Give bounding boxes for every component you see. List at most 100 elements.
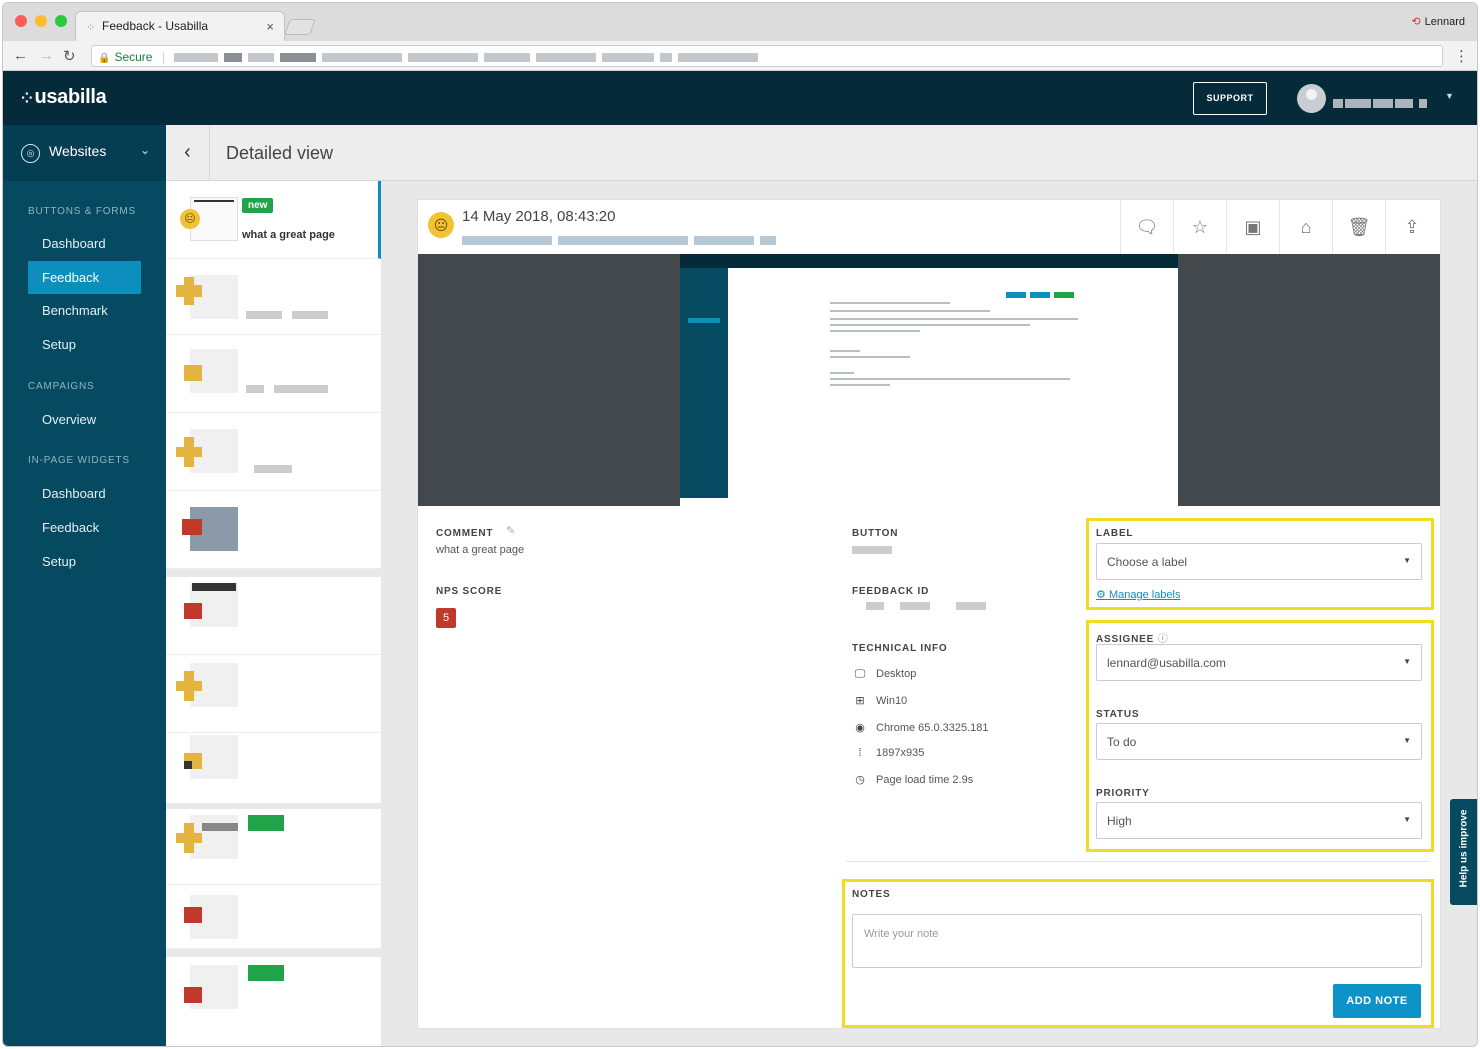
sidebar-item-setup[interactable]: Setup xyxy=(28,328,141,361)
clock-icon: ◷ xyxy=(855,774,865,786)
comment-icon[interactable]: 🗨 xyxy=(1120,200,1173,254)
action-toolbar: 🗨 ☆ ▣ ⌂ 🗑 ⇪ xyxy=(1120,200,1440,254)
close-window-button[interactable] xyxy=(15,15,27,27)
page-title: Detailed view xyxy=(226,143,334,163)
avatar[interactable] xyxy=(1297,84,1326,113)
tech-load-time: ◷ Page load time 2.9s xyxy=(852,773,973,786)
status-select-value: To do xyxy=(1107,735,1137,749)
detail-header: ‹ Detailed view xyxy=(166,125,1477,181)
back-arrow-icon[interactable]: ← xyxy=(13,47,28,64)
technical-info-label: TECHNICAL INFO xyxy=(852,643,948,654)
chevron-down-icon: ▼ xyxy=(1403,736,1411,745)
chrome-icon: ◉ xyxy=(855,722,865,734)
status-badge: new xyxy=(242,198,274,213)
list-item[interactable] xyxy=(166,957,381,1046)
list-item[interactable] xyxy=(166,335,381,413)
url-field[interactable]: 🔒 Secure | xyxy=(91,45,1443,67)
label-label: LABEL xyxy=(1096,528,1134,539)
tab-close-icon[interactable]: × xyxy=(266,19,274,34)
list-item-comment: what a great page xyxy=(242,229,335,241)
screenshot-icon[interactable]: ▣ xyxy=(1226,200,1279,254)
sidebar-item-overview[interactable]: Overview xyxy=(28,403,141,436)
tech-os: ⊞ Win10 xyxy=(852,694,907,707)
assignee-select-value: lennard@usabilla.com xyxy=(1107,656,1226,670)
feedback-date: 14 May 2018, 08:43:20 xyxy=(462,208,616,225)
reload-icon[interactable]: ↻ xyxy=(63,47,76,65)
gear-icon: ⚙ xyxy=(1096,589,1106,601)
new-tab-button[interactable] xyxy=(284,19,316,35)
page-screenshot[interactable] xyxy=(418,254,1440,506)
comment-label: COMMENT xyxy=(436,528,494,539)
list-item[interactable] xyxy=(166,413,381,491)
user-name-redacted[interactable] xyxy=(1333,95,1433,113)
page-url-redacted[interactable] xyxy=(462,232,782,250)
share-icon[interactable]: ⇪ xyxy=(1385,200,1438,254)
chevron-down-icon[interactable]: ▼ xyxy=(1445,91,1454,101)
list-item[interactable] xyxy=(166,259,381,335)
add-note-button[interactable]: ADD NOTE xyxy=(1333,984,1421,1018)
tab-bar: ⁘ Feedback - Usabilla × ⟲ Lennard xyxy=(3,3,1477,41)
notes-label: NOTES xyxy=(852,889,891,900)
neutral-face-icon: 😐 xyxy=(180,209,200,229)
feedback-list: 😐 new what a great page xyxy=(166,181,381,1046)
chevron-down-icon: ▼ xyxy=(1403,815,1411,824)
address-bar-row: ← → ↻ 🔒 Secure | ⋮ xyxy=(3,41,1477,71)
chevron-left-icon[interactable]: ‹ xyxy=(166,125,210,181)
nps-label: NPS SCORE xyxy=(436,586,503,597)
button-label: BUTTON xyxy=(852,528,899,539)
menu-kebab-icon[interactable]: ⋮ xyxy=(1454,47,1469,65)
browser-window: ⁘ Feedback - Usabilla × ⟲ Lennard ← → ↻ 🔒… xyxy=(2,2,1478,1047)
profile-name[interactable]: ⟲ Lennard xyxy=(1411,15,1465,28)
trash-icon[interactable]: 🗑 xyxy=(1332,200,1385,254)
help-us-improve-tab[interactable]: Help us improve xyxy=(1450,799,1477,905)
usabilla-logo[interactable]: ⁘ usabilla xyxy=(21,86,107,109)
label-select[interactable]: Choose a label ▼ xyxy=(1096,543,1422,580)
status-label: STATUS xyxy=(1096,709,1140,720)
button-value-redacted xyxy=(852,546,892,554)
star-icon[interactable]: ☆ xyxy=(1173,200,1226,254)
list-item[interactable] xyxy=(166,885,381,949)
neutral-face-icon: 😐 xyxy=(428,212,454,238)
list-item[interactable] xyxy=(166,491,381,569)
minimize-window-button[interactable] xyxy=(35,15,47,27)
section-title-in-page-widgets: IN-PAGE WIDGETS xyxy=(28,455,130,466)
notes-textarea[interactable]: Write your note xyxy=(852,914,1422,968)
tech-device: 🖵 Desktop xyxy=(852,668,917,681)
secure-label: Secure xyxy=(114,50,153,64)
tab-title: Feedback - Usabilla xyxy=(102,19,209,33)
globe-icon: ◎ xyxy=(21,144,40,163)
feedback-id-label: FEEDBACK ID xyxy=(852,586,930,597)
forward-arrow-icon[interactable]: → xyxy=(39,47,54,64)
resolution-icon: ⁞ xyxy=(858,747,862,759)
priority-select[interactable]: High ▼ xyxy=(1096,802,1422,839)
feedback-detail-panel: 😐 14 May 2018, 08:43:20 🗨 ☆ ▣ ⌂ 🗑 ⇪ COMM… xyxy=(417,199,1441,1029)
chevron-down-icon: ▼ xyxy=(1403,657,1411,666)
websites-label: Websites xyxy=(49,143,107,159)
maximize-window-button[interactable] xyxy=(55,15,67,27)
sidebar-item-widgets-feedback[interactable]: Feedback xyxy=(28,511,141,544)
list-item[interactable] xyxy=(166,733,381,809)
sidebar-item-dashboard[interactable]: Dashboard xyxy=(28,227,141,260)
status-select[interactable]: To do ▼ xyxy=(1096,723,1422,760)
nps-score-badge: 5 xyxy=(436,608,456,628)
list-item[interactable] xyxy=(166,809,381,885)
browser-tab[interactable]: ⁘ Feedback - Usabilla × xyxy=(75,11,285,41)
section-title-campaigns: CAMPAIGNS xyxy=(28,381,95,392)
list-item[interactable] xyxy=(166,577,381,655)
list-item[interactable] xyxy=(166,655,381,733)
list-item[interactable]: 😐 new what a great page xyxy=(166,181,381,259)
inbox-icon[interactable]: ⌂ xyxy=(1279,200,1332,254)
edit-icon[interactable]: ✎ xyxy=(506,524,515,537)
sidebar-item-benchmark[interactable]: Benchmark xyxy=(28,294,141,327)
manage-labels-link[interactable]: ⚙ Manage labels xyxy=(1096,588,1181,601)
assignee-select[interactable]: lennard@usabilla.com ▼ xyxy=(1096,644,1422,681)
websites-selector[interactable]: ◎ Websites ⌄ xyxy=(3,125,166,181)
sidebar-item-widgets-dashboard[interactable]: Dashboard xyxy=(28,477,141,510)
sidebar-item-widgets-setup[interactable]: Setup xyxy=(28,545,141,578)
sidebar: ◎ Websites ⌄ BUTTONS & FORMS Dashboard F… xyxy=(3,125,166,1046)
sidebar-item-feedback[interactable]: Feedback xyxy=(28,261,141,294)
section-title-buttons-forms: BUTTONS & FORMS xyxy=(28,206,136,217)
support-button[interactable]: SUPPORT xyxy=(1193,82,1267,115)
profile-icon: ⟲ xyxy=(1411,16,1421,28)
tech-browser: ◉ Chrome 65.0.3325.181 xyxy=(852,721,988,734)
